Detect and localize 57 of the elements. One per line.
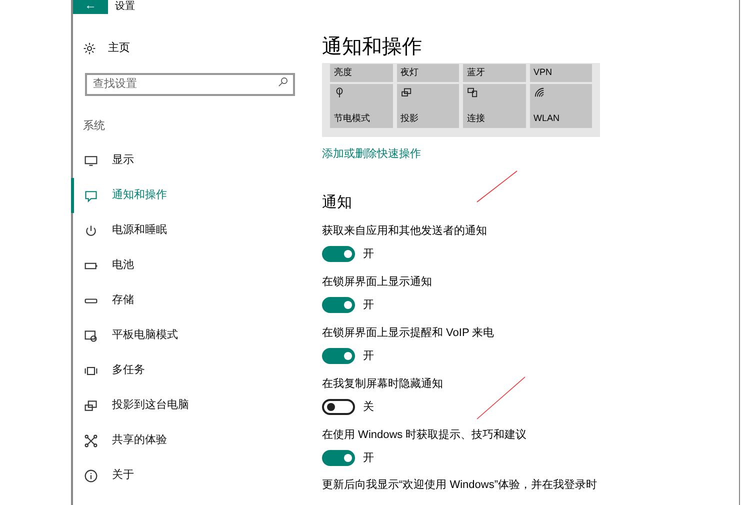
message-icon	[84, 188, 98, 202]
setting-label: 在我复制屏幕时隐藏通知	[322, 376, 444, 392]
section-label: 系统	[83, 119, 106, 133]
nav-item[interactable]: 电池	[71, 248, 311, 283]
nav-item[interactable]: 显示	[71, 143, 311, 178]
nav-item[interactable]: 多任务	[71, 353, 311, 388]
toggle-switch[interactable]	[322, 450, 355, 466]
toggle-state-label: 开	[363, 348, 374, 364]
settings-icon	[83, 42, 96, 54]
quick-action-tile[interactable]: 连接	[463, 84, 526, 128]
nav-item[interactable]: 平板电脑模式	[71, 318, 311, 353]
add-remove-link[interactable]: 添加或删除快速操作	[322, 146, 421, 162]
tablet-icon	[84, 328, 98, 342]
quick-action-tile[interactable]: 投影	[396, 84, 459, 128]
monitor-icon	[84, 154, 98, 168]
quick-action-tile[interactable]: WLAN	[530, 84, 592, 128]
nav-item[interactable]: 通知和操作	[71, 178, 311, 213]
toggle-state-label: 开	[363, 450, 374, 466]
power-icon	[84, 224, 98, 238]
quick-action-tile[interactable]: VPN	[530, 64, 592, 82]
setting-label: 在使用 Windows 时获取提示、技巧和建议	[322, 428, 528, 442]
projector-icon	[84, 398, 98, 412]
wifi-icon	[534, 87, 544, 98]
setting-label: 在锁屏界面上显示提醒和 VoIP 来电	[322, 326, 496, 340]
toggle-switch[interactable]	[322, 348, 355, 364]
search-icon	[278, 77, 288, 87]
window-title: 设置	[115, 2, 135, 12]
toggle-state-label: 开	[363, 246, 374, 262]
setting-label: 更新后向我显示“欢迎使用 Windows”体验，并在我登录时	[322, 478, 598, 492]
quick-action-tile[interactable]: 节电模式	[330, 84, 392, 128]
setting-label: 获取来自应用和其他发送者的通知	[322, 224, 488, 238]
nav-item[interactable]: 存储	[71, 283, 311, 318]
home-link[interactable]: 主页	[73, 40, 311, 56]
nav-item[interactable]: 关于	[71, 458, 311, 493]
section-heading: 通知	[322, 194, 353, 212]
toggle-switch[interactable]	[322, 398, 355, 415]
page-title: 通知和操作	[322, 35, 423, 59]
share-icon	[84, 434, 98, 448]
setting-label: 在锁屏界面上显示通知	[322, 274, 433, 290]
annotation-line	[476, 376, 526, 420]
quick-action-tile[interactable]: 夜灯	[396, 64, 459, 82]
search-field[interactable]: 查找设置	[85, 72, 295, 96]
toggle-switch[interactable]	[322, 296, 355, 313]
quick-action-tile[interactable]: 亮度	[330, 64, 392, 82]
toggle-switch[interactable]	[322, 246, 355, 262]
devices-icon	[467, 87, 478, 98]
toggle-state-label: 关	[363, 400, 374, 414]
back-button[interactable]: ←	[73, 0, 108, 14]
nav-item[interactable]: 共享的体验	[71, 423, 311, 458]
nav-item[interactable]: 电源和睡眠	[71, 213, 311, 248]
info-icon	[84, 468, 98, 482]
quick-action-tile[interactable]: 蓝牙	[463, 64, 526, 82]
projector-icon	[400, 87, 412, 98]
leaf-icon	[334, 87, 345, 98]
annotation-line	[476, 170, 518, 203]
nav-item[interactable]: 投影到这台电脑	[71, 388, 311, 423]
toggle-state-label: 开	[363, 298, 374, 312]
